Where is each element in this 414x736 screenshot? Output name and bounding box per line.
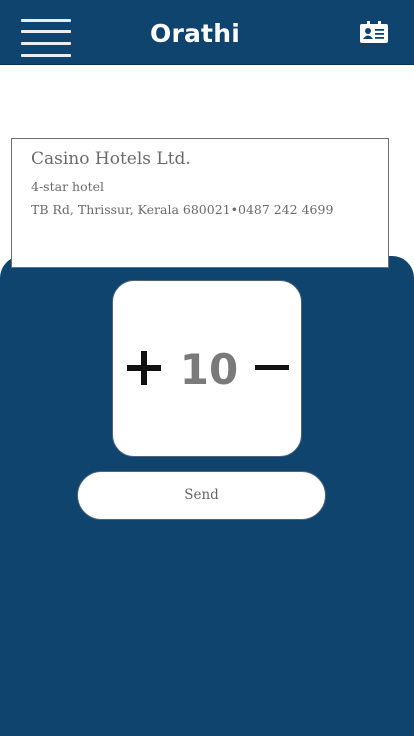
app-title: Orathi [150,19,240,48]
send-button[interactable]: Send [77,471,326,520]
plus-icon[interactable] [127,351,161,385]
minus-icon[interactable] [255,351,289,385]
quantity-value: 10 [179,345,239,394]
top-app-bar: Orathi [0,0,414,65]
app-screen: Orathi Casino Hotels Ltd. 4-star hotel T… [0,0,414,736]
contact-card-icon[interactable] [360,21,388,43]
hotel-info-card: Casino Hotels Ltd. 4-star hotel TB Rd, T… [11,138,389,268]
hamburger-menu-icon[interactable] [21,19,71,57]
hotel-address: TB Rd, Thrissur, Kerala 680021•0487 242 … [31,202,334,217]
hotel-type: 4-star hotel [31,179,105,194]
hotel-name: Casino Hotels Ltd. [31,149,191,169]
quantity-stepper: 10 [112,280,302,457]
